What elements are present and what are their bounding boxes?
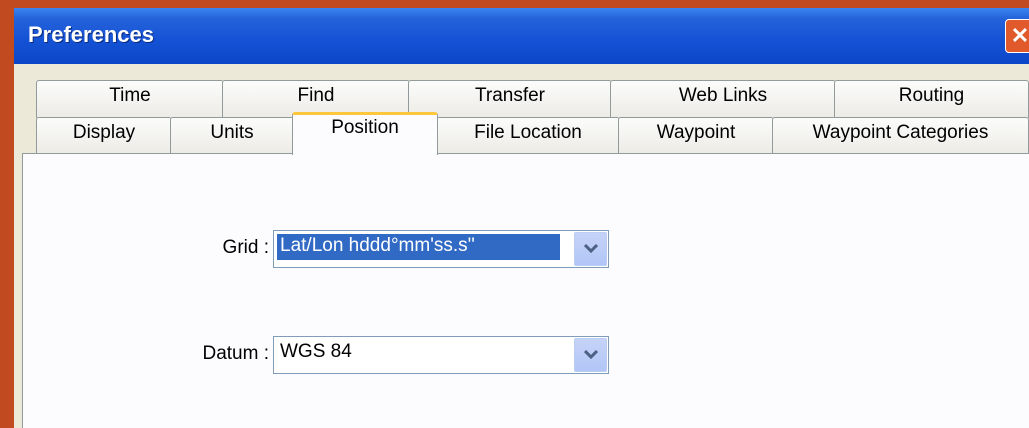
- position-tab-panel: Grid : Lat/Lon hddd°mm'ss.s'' Datum : WG…: [22, 153, 1029, 428]
- tab-label: Position: [331, 117, 399, 138]
- tab-label: Find: [297, 85, 335, 106]
- grid-label: Grid :: [222, 237, 269, 258]
- window-title: Preferences: [28, 22, 154, 47]
- tab-web-links[interactable]: Web Links: [610, 80, 836, 118]
- grid-dropdown-button[interactable]: [574, 232, 607, 266]
- grid-value: Lat/Lon hddd°mm'ss.s'': [280, 235, 475, 256]
- chevron-down-icon: [584, 244, 598, 254]
- tab-label: Waypoint: [656, 122, 736, 143]
- tab-label: Waypoint Categories: [812, 122, 989, 143]
- tab-label: Transfer: [474, 85, 546, 106]
- tab-time[interactable]: Time: [36, 80, 224, 118]
- tab-label: Units: [210, 122, 254, 143]
- datum-dropdown-button[interactable]: [574, 338, 607, 372]
- close-icon: ✕: [1010, 23, 1029, 48]
- tab-routing[interactable]: Routing: [834, 80, 1029, 118]
- tab-waypoint-categories[interactable]: Waypoint Categories: [772, 117, 1029, 154]
- datum-label: Datum :: [202, 343, 269, 364]
- tab-label: Web Links: [678, 85, 768, 106]
- title-bar[interactable]: Preferences: [14, 8, 1029, 64]
- tab-position[interactable]: Position: [292, 112, 438, 155]
- close-button[interactable]: ✕: [1005, 19, 1029, 53]
- tab-transfer[interactable]: Transfer: [408, 80, 612, 118]
- tab-waypoint[interactable]: Waypoint: [618, 117, 774, 154]
- tab-label: Display: [72, 122, 136, 143]
- datum-select[interactable]: WGS 84: [273, 336, 609, 374]
- tab-label: Routing: [898, 85, 965, 106]
- tab-display[interactable]: Display: [36, 117, 172, 154]
- tab-label: File Location: [474, 122, 582, 143]
- grid-select[interactable]: Lat/Lon hddd°mm'ss.s'': [273, 230, 609, 268]
- tab-file-location[interactable]: File Location: [436, 117, 620, 154]
- chevron-down-icon: [584, 350, 598, 360]
- preferences-window: Preferences ✕ Time Find Transfer Web Lin…: [0, 0, 1029, 428]
- tab-units[interactable]: Units: [170, 117, 294, 154]
- tab-label: Time: [109, 85, 151, 106]
- datum-value: WGS 84: [280, 341, 352, 362]
